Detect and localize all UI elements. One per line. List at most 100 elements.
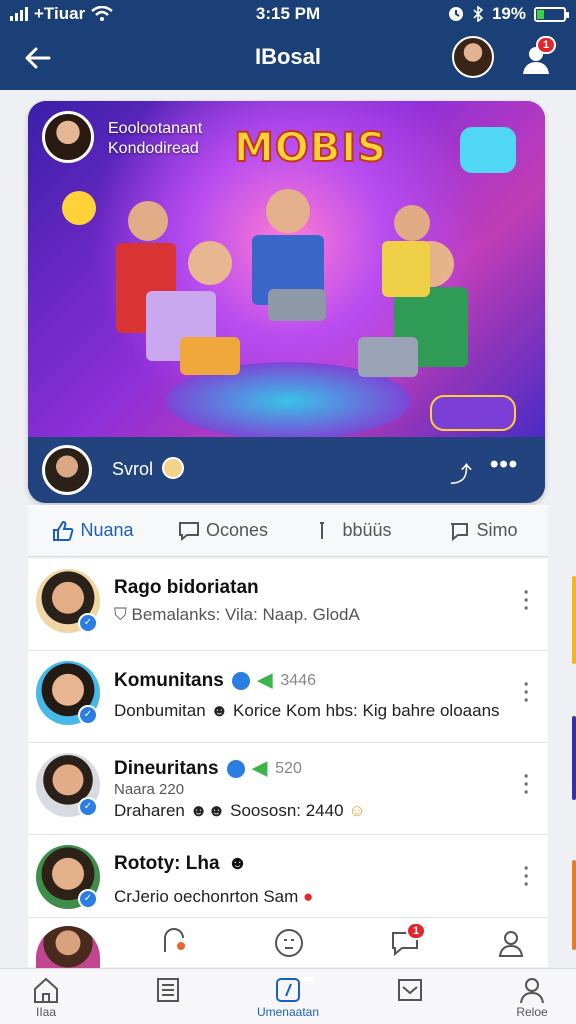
edge-decoration — [572, 860, 576, 950]
battery-icon — [534, 6, 569, 22]
tab-label: Umenaatan — [256, 1005, 320, 1019]
community-icon — [276, 978, 300, 1002]
featured-post-card[interactable]: Eoolootanant Kondodiread MOBIS Svrol ⤴ •… — [28, 101, 545, 503]
laptop-illustration — [358, 337, 418, 377]
share-button[interactable]: bbüüs — [288, 505, 418, 556]
illustration-figure — [266, 189, 310, 233]
bluetooth-icon — [473, 6, 484, 22]
inbox-icon — [398, 979, 422, 1001]
music-card-icon — [460, 127, 516, 173]
edge-decoration — [572, 716, 576, 800]
poster-avatar[interactable] — [42, 445, 92, 495]
profile-avatar[interactable] — [452, 36, 494, 78]
laptop-illustration — [180, 337, 240, 375]
edge-decoration — [572, 576, 576, 664]
list-item[interactable]: ✓ Rototy: Lha ☻ CrJerio oechonrton Sam ●… — [28, 835, 548, 923]
send-button[interactable]: Simo — [418, 505, 548, 556]
poster-name[interactable]: Svrol — [112, 459, 153, 480]
list-item[interactable]: ✓ Rago bidoriatan ⛉ Bemalanks: Vila: Naa… — [28, 559, 548, 651]
more-options-icon[interactable]: ••• — [490, 451, 518, 479]
hero-footer: Svrol ⤴ ••• — [28, 437, 545, 503]
notification-badge: 1 — [536, 36, 557, 54]
author-avatar[interactable] — [42, 111, 94, 163]
more-vertical-icon[interactable]: · · · — [523, 767, 530, 803]
item-meta-text: Jerio — [131, 887, 169, 906]
music-badge-icon — [430, 395, 516, 431]
megaphone-icon: ◀ — [252, 758, 268, 779]
send-label: Simo — [476, 520, 518, 540]
item-title: Rototy: Lha — [114, 853, 220, 874]
share-icon — [320, 521, 325, 539]
like-button[interactable]: Nuana — [28, 505, 158, 556]
illustration-figure — [394, 205, 430, 241]
list-item[interactable]: ✓ Dineuritans ◀ 520 Naara 220 Draharen ☻… — [28, 743, 548, 835]
more-vertical-icon[interactable]: · · · — [523, 859, 530, 895]
tab-feed[interactable] — [128, 975, 208, 1005]
laptop-illustration — [268, 289, 326, 321]
avatar[interactable] — [36, 926, 100, 968]
member-count: 3446 — [280, 671, 316, 689]
like-icon — [53, 520, 74, 541]
illustration-figure — [382, 241, 430, 297]
illustration-figure — [188, 241, 232, 285]
list-icon — [157, 978, 179, 1002]
item-meta: Donbumitan ☻ Korice Kom hbs: Kig bahre o… — [114, 701, 500, 721]
tab-inbox[interactable] — [370, 975, 450, 1005]
caption-line: Eoolootanant — [108, 120, 203, 137]
verified-icon: ✓ — [78, 797, 98, 817]
item-meta: ⛉ Bemalanks: Vila: Naap. GlodA — [114, 605, 360, 625]
item-title-row: Dineuritans ◀ 520 — [114, 757, 302, 780]
tab-profile[interactable]: Reloe — [492, 975, 572, 1019]
post-actions-bar: Nuana Ocones bbüüs Simo — [28, 505, 548, 557]
share-label: bbüüs — [342, 520, 392, 540]
item-meta-text: oechonrton Sam — [173, 887, 299, 906]
emoji-icon[interactable] — [274, 928, 304, 958]
notifications-button[interactable]: 1 — [520, 36, 557, 76]
comment-icon — [178, 521, 199, 541]
member-count: 520 — [275, 759, 302, 777]
item-meta-text: Draharen — [114, 801, 185, 820]
verified-icon: ✓ — [78, 613, 98, 633]
item-meta-text: Soososn: 2440 — [230, 801, 344, 820]
tab-community[interactable]: Umenaatan — [248, 975, 328, 1019]
quick-actions-strip: 1 — [28, 917, 548, 968]
verified-badge-icon — [226, 759, 245, 778]
record-icon: ● — [303, 887, 314, 906]
item-meta-text: Korice Kom hbs: Kig bahre oloaans — [233, 701, 500, 720]
item-meta: Draharen ☻☻ Soososn: 2440 ☺ — [114, 801, 366, 821]
item-meta-text: Cr — [114, 887, 132, 906]
more-vertical-icon[interactable]: · · · — [523, 675, 530, 711]
avatar-emoji-icon: ☻☻ — [189, 801, 226, 820]
caption-line: Kondodiread — [108, 140, 199, 157]
avatar-emoji-icon: ☻ — [210, 701, 229, 720]
tab-home[interactable]: IIaa — [6, 975, 86, 1019]
battery-text: 19% — [491, 4, 526, 23]
message-badge: 1 — [406, 922, 427, 940]
profile-icon[interactable] — [496, 928, 526, 958]
bottom-tab-bar: IIaa Umenaatan Reloe — [0, 968, 576, 1024]
shield-icon: ⛉ — [114, 605, 127, 624]
list-item[interactable]: ✓ Komunitans ◀ 3446 Donbumitan ☻ Korice … — [28, 651, 548, 743]
item-title-row: Komunitans ◀ 3446 — [114, 669, 316, 692]
illustration-figure — [128, 201, 168, 241]
messages-button[interactable]: 1 — [390, 922, 427, 960]
star-icon — [62, 191, 96, 225]
verified-badge-icon — [231, 671, 250, 690]
chat-icon — [451, 522, 469, 541]
tab-badge — [300, 977, 314, 981]
profile-icon — [520, 978, 544, 1004]
share-icon[interactable]: ⤴ — [450, 457, 472, 489]
reaction-icon[interactable] — [160, 928, 190, 958]
status-bar: +Tiuar 3:15 PM 19% — [0, 0, 576, 28]
top-bar: +Tiuar 3:15 PM 19% IBosal 1 — [0, 0, 576, 90]
more-vertical-icon[interactable]: · · · — [523, 583, 530, 619]
comment-button[interactable]: Ocones — [158, 505, 288, 556]
avatar-emoji-icon: ☻ — [227, 853, 248, 874]
item-subtitle: Naara 220 — [114, 781, 185, 798]
item-title-row: Rototy: Lha ☻ — [114, 853, 248, 875]
like-label: Nuana — [80, 520, 134, 540]
tab-label: Reloe — [516, 1005, 548, 1019]
item-title: Komunitans — [114, 669, 224, 691]
community-list: ✓ Rago bidoriatan ⛉ Bemalanks: Vila: Naa… — [28, 559, 548, 923]
item-title: Dineuritans — [114, 757, 219, 779]
